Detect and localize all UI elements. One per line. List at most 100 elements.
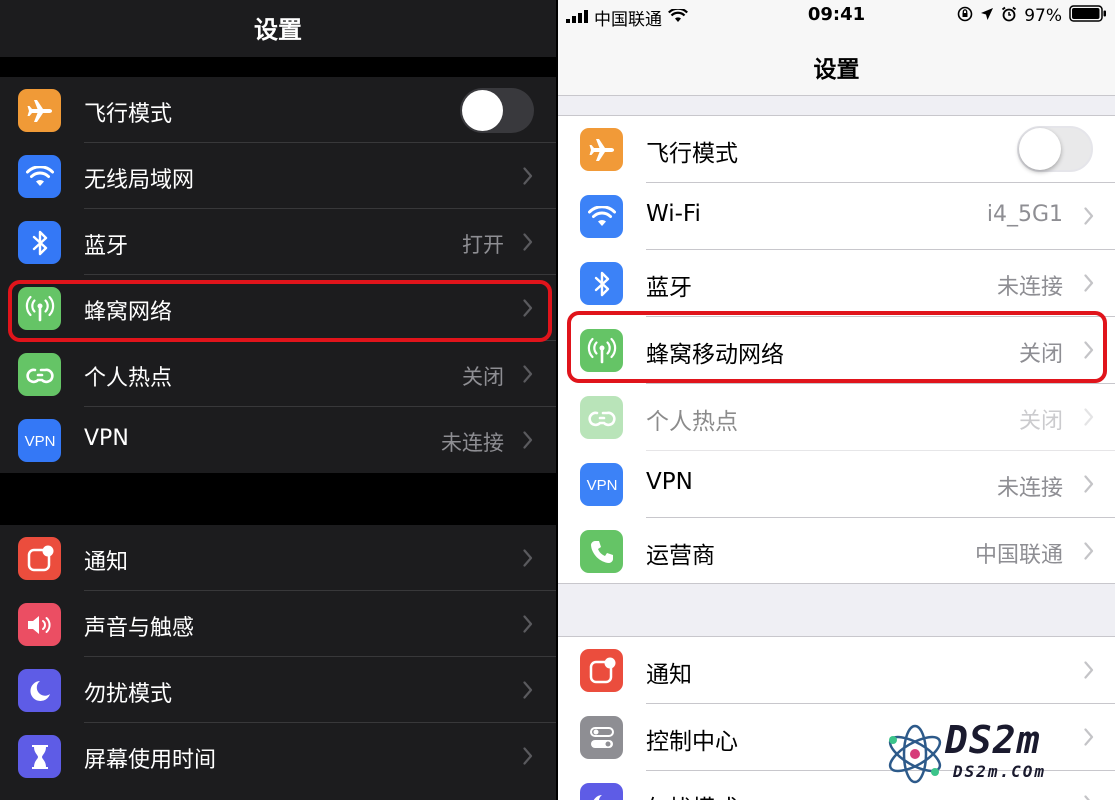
chevron-right-icon (1084, 661, 1094, 683)
toggle-knob (1019, 128, 1061, 170)
row-label: 蓝牙 (646, 275, 692, 301)
phone-icon (580, 530, 623, 573)
row-label: Wi-Fi (646, 201, 701, 227)
hourglass-icon (18, 735, 61, 778)
vpn-icon: VPN (18, 419, 61, 462)
bluetooth-icon (580, 262, 623, 305)
settings-row-airplane[interactable]: 飞行模式 (558, 116, 1115, 183)
settings-row-airplane[interactable]: 飞行模式 (0, 77, 556, 143)
chevron-right-icon (1084, 274, 1094, 296)
row-value: 关闭 (462, 365, 504, 389)
row-label: 控制中心 (646, 729, 738, 755)
row-label: 屏幕使用时间 (84, 748, 217, 773)
row-value: 未连接 (996, 275, 1063, 300)
dark-settings-group-system: 通知声音与触感勿扰模式屏幕使用时间 (0, 525, 556, 800)
airplane-mode-toggle[interactable] (460, 88, 534, 133)
vpn-icon: VPN (580, 463, 623, 506)
watermark-url: DS2m.COm (953, 762, 1047, 781)
settings-row-bluetooth[interactable]: 蓝牙 打开 (0, 209, 556, 275)
moon-icon (18, 669, 61, 712)
chevron-right-icon (1084, 207, 1094, 229)
chevron-right-icon (523, 549, 533, 571)
atom-logo-icon (888, 724, 942, 784)
dark-nav-bar: 设置 (0, 0, 556, 57)
battery-percent: 97% (1024, 6, 1062, 26)
location-icon (980, 6, 994, 26)
row-value: i4_5G1 (986, 202, 1063, 227)
toggle-knob (462, 90, 503, 131)
bluetooth-icon (18, 221, 61, 264)
settings-row-bluetooth[interactable]: 蓝牙 未连接 (558, 250, 1115, 317)
settings-row-hotspot[interactable]: 个人热点 关闭 (0, 341, 556, 407)
chevron-right-icon (523, 431, 533, 453)
sound-icon (18, 603, 61, 646)
chevron-right-icon (1084, 542, 1094, 564)
chevron-right-icon (1084, 795, 1094, 800)
status-bar: 中国联通 09:41 97% (558, 0, 1115, 32)
row-value: 未连接 (441, 431, 504, 455)
settings-row-wifi[interactable]: 无线局域网 (0, 143, 556, 209)
settings-row-sound[interactable]: 声音与触感 (0, 591, 556, 657)
row-label: VPN (84, 426, 129, 451)
settings-row-hotspot[interactable]: 个人热点 关闭 (558, 384, 1115, 451)
chevron-right-icon (523, 365, 533, 387)
settings-row-wifi[interactable]: Wi-Fi i4_5G1 (558, 183, 1115, 250)
chevron-right-icon (1084, 408, 1094, 430)
row-label: 运营商 (646, 543, 715, 569)
hotspot-icon (580, 396, 623, 439)
battery-icon (1069, 5, 1107, 27)
settings-row-vpn[interactable]: VPN VPN 未连接 (0, 407, 556, 473)
light-nav-bar: 中国联通 09:41 97% 设置 (558, 0, 1115, 96)
chevron-right-icon (1084, 475, 1094, 497)
chevron-right-icon (523, 615, 533, 637)
dark-settings-group-connectivity: 飞行模式 无线局域网 蓝牙 打开 蜂窝网络 个人热点 关闭 VPN VPN 未连接 (0, 77, 556, 473)
row-label: 飞行模式 (646, 141, 738, 167)
svg-text:VPN: VPN (586, 477, 617, 494)
notifications-icon (580, 649, 623, 692)
dark-highlight-box (8, 280, 552, 342)
moon-icon (580, 783, 623, 800)
watermark-text: DS2m (945, 718, 1041, 762)
settings-row-phone[interactable]: 运营商 中国联通 (558, 518, 1115, 585)
airplane-icon (580, 128, 623, 171)
row-label: 声音与触感 (84, 616, 195, 641)
row-value: 打开 (462, 233, 504, 257)
row-label: 个人热点 (84, 366, 173, 391)
row-label: 通知 (84, 550, 129, 575)
settings-row-moon[interactable]: 勿扰模式 (0, 657, 556, 723)
svg-text:VPN: VPN (24, 433, 55, 450)
airplane-icon (18, 89, 61, 132)
row-label: 个人热点 (646, 409, 738, 435)
row-label: 勿扰模式 (84, 682, 173, 707)
notifications-icon (18, 537, 61, 580)
chevron-right-icon (523, 167, 533, 189)
wifi-icon (580, 195, 623, 238)
alarm-icon (1001, 6, 1017, 27)
row-value: 中国联通 (974, 543, 1063, 568)
settings-row-vpn[interactable]: VPN VPN 未连接 (558, 451, 1115, 518)
light-highlight-box (567, 311, 1107, 383)
dark-page-title: 设置 (254, 16, 302, 44)
row-label: 勿扰模式 (646, 789, 738, 800)
row-value: 关闭 (1018, 409, 1063, 434)
row-label: 蓝牙 (84, 234, 129, 259)
settings-row-notifications[interactable]: 通知 (558, 637, 1115, 704)
row-label: 飞行模式 (84, 102, 173, 127)
settings-row-hourglass[interactable]: 屏幕使用时间 (0, 723, 556, 789)
chevron-right-icon (523, 233, 533, 255)
row-value: 未连接 (996, 476, 1063, 501)
chevron-right-icon (523, 681, 533, 703)
row-label: 无线局域网 (84, 168, 195, 193)
dark-settings-panel: 设置 飞行模式 无线局域网 蓝牙 打开 蜂窝网络 个人热点 关闭 VPN VPN 未连接 通知 声音… (0, 0, 556, 800)
settings-row-notifications[interactable]: 通知 (0, 525, 556, 591)
orientation-lock-icon (957, 6, 973, 27)
airplane-mode-toggle[interactable] (1017, 126, 1093, 172)
hotspot-icon (18, 353, 61, 396)
light-settings-panel: 中国联通 09:41 97% 设置 飞行模式 Wi-Fi i4_5G1 蓝牙 未… (558, 0, 1115, 800)
chevron-right-icon (523, 747, 533, 769)
watermark-logo: DS2m DS2m.COm (883, 714, 1103, 794)
row-label: VPN (646, 469, 693, 495)
wifi-icon (18, 155, 61, 198)
row-label: 通知 (646, 662, 692, 688)
control-center-icon (580, 716, 623, 759)
